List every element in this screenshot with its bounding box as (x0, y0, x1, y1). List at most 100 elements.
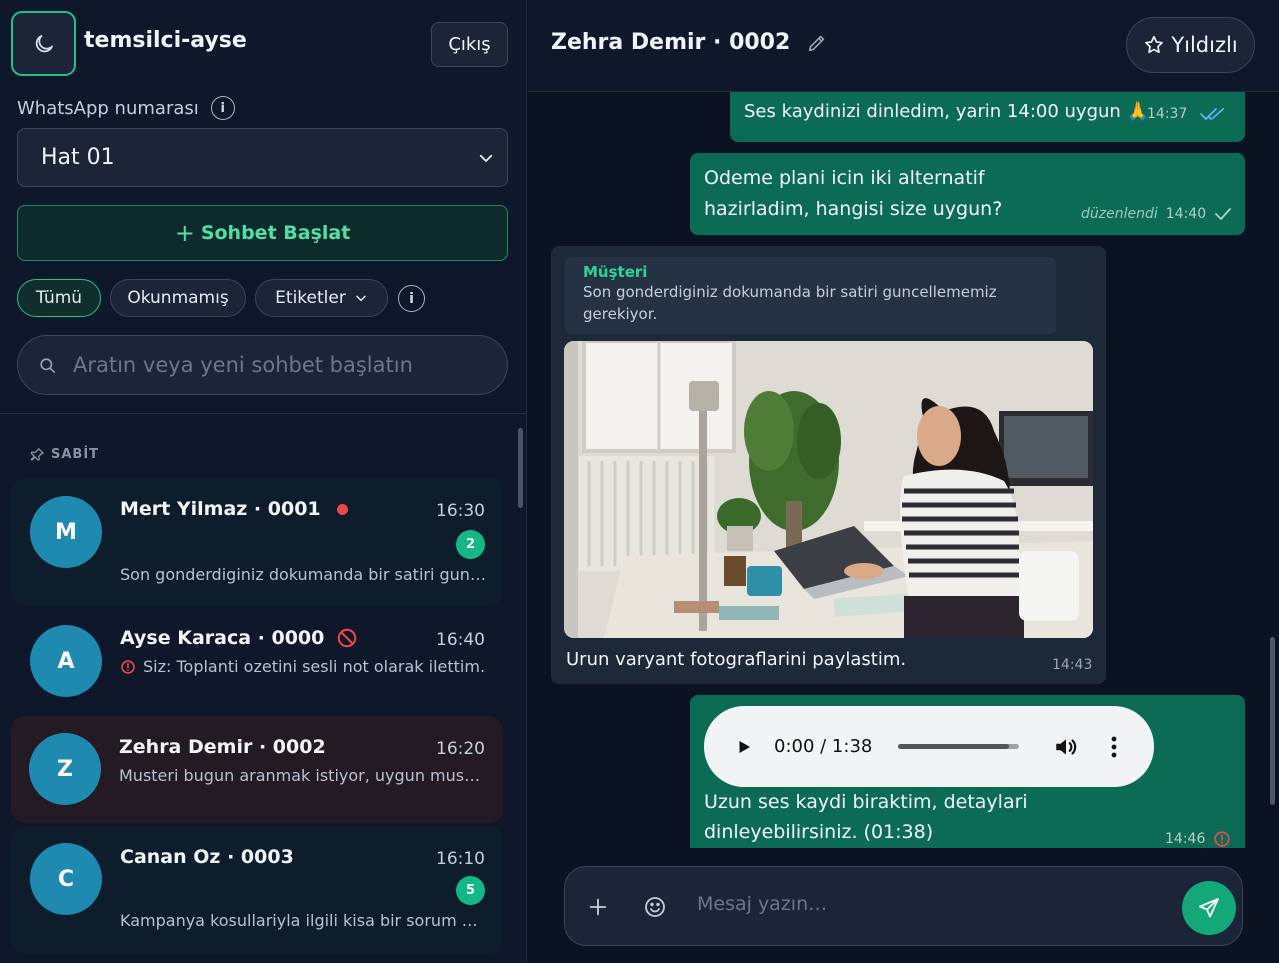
edit-pencil-icon[interactable] (806, 32, 828, 54)
pinned-label-text: SABİT (51, 447, 100, 462)
message-input[interactable] (697, 893, 1157, 915)
chat-time: 16:30 (436, 501, 485, 521)
chat-preview: Siz: Toplanti ozetini sesli not olarak i… (143, 657, 486, 676)
incoming-message[interactable]: Müşteri Son gonderdiginiz dokumanda bir … (551, 246, 1106, 684)
chat-name: Zehra Demir · 0002 (119, 736, 326, 758)
chat-list-panel: temsilci-ayse Çıkış WhatsApp numarası i … (0, 0, 527, 963)
plus-icon: + (174, 219, 195, 247)
message-image[interactable] (564, 341, 1093, 638)
chat-preview: Son gonderdiginiz dokumanda bir satiri g… (120, 565, 486, 584)
search-icon (40, 357, 56, 373)
outgoing-message[interactable]: Odeme plani icin iki alternatif hazirlad… (690, 153, 1245, 235)
audio-progress-slider[interactable] (898, 744, 1019, 749)
chat-preview: Kampanya kosullariyla ilgili kisa bir so… (120, 911, 486, 930)
send-button[interactable] (1182, 881, 1236, 935)
error-icon (121, 659, 135, 674)
image-caption: Urun varyant fotograflarini paylastim. (566, 649, 907, 670)
chat-name: Ayse Karaca · 0000 (120, 627, 325, 649)
message-text-line: Uzun ses kaydi biraktim, detaylari (704, 791, 1028, 813)
whatsapp-number-label: WhatsApp numarası i (17, 96, 235, 120)
moon-icon (35, 34, 53, 52)
avatar: A (30, 625, 102, 697)
message-text-line: Odeme plani icin iki alternatif (704, 167, 985, 189)
conversation-header: Zehra Demir · 0002 Yıldızlı (528, 0, 1279, 92)
emoji-icon[interactable] (643, 895, 667, 919)
chat-name: Mert Yilmaz · 0001 (120, 498, 321, 520)
logout-button[interactable]: Çıkış (431, 22, 508, 67)
search-input[interactable] (73, 353, 493, 377)
blocked-icon (338, 628, 357, 648)
filter-all[interactable]: Tümü (17, 279, 101, 317)
info-icon[interactable]: i (210, 96, 235, 120)
message-list-scrollbar[interactable] (1270, 637, 1275, 805)
selected-line-value: Hat 01 (41, 145, 115, 170)
chat-time: 16:40 (436, 630, 485, 650)
message-list: Ses kaydinizi dinledim, yarin 14:00 uygu… (528, 92, 1279, 848)
unread-badge: 2 (456, 530, 485, 559)
status-dot (336, 503, 348, 515)
more-vertical-icon[interactable] (1110, 735, 1118, 759)
avatar: M (30, 496, 102, 568)
whatsapp-line-select[interactable]: Hat 01 (17, 128, 508, 187)
message-time: 14:40 (1165, 206, 1207, 222)
pin-icon (30, 448, 44, 461)
office-photo-image (564, 341, 1093, 638)
theme-toggle-button[interactable] (11, 11, 76, 76)
chat-search[interactable] (17, 335, 508, 395)
audio-player[interactable]: 0:00 / 1:38 (704, 706, 1154, 787)
chat-name: Canan Oz · 0003 (120, 846, 294, 868)
message-composer (564, 866, 1243, 946)
play-icon[interactable] (735, 738, 753, 756)
plus-icon[interactable] (587, 896, 609, 918)
filter-unread[interactable]: Okunmamış (110, 279, 246, 317)
message-meta: 14:37 (1147, 106, 1233, 122)
chat-time: 16:20 (436, 739, 485, 759)
message-time: 14:43 (1052, 657, 1093, 673)
pinned-section-label: SABİT (30, 447, 99, 462)
message-text-line: hazirladim, hangisi size uygun? (704, 198, 1003, 220)
message-time: 14:46 (1165, 831, 1206, 847)
error-icon (1214, 831, 1230, 847)
outgoing-message[interactable]: 0:00 / 1:38 Uzun ses kaydi biraktim, det… (690, 695, 1245, 848)
message-meta: düzenlendi 14:40 (1081, 206, 1232, 222)
starred-label: Yıldızlı (1171, 33, 1238, 57)
quote-text-line: Son gonderdiginiz dokumanda bir satiri g… (583, 283, 997, 301)
send-icon (1199, 898, 1219, 918)
quoted-message[interactable]: Müşteri Son gonderdiginiz dokumanda bir … (565, 257, 1056, 334)
start-chat-label: Sohbet Başlat (200, 222, 351, 244)
message-meta: 14:46 (1165, 830, 1231, 848)
star-icon (1145, 35, 1164, 54)
avatar: Z (29, 733, 101, 805)
chat-list-item[interactable]: M Mert Yilmaz · 0001 16:30 2 Son gonderd… (11, 478, 503, 606)
conversation-title-row: Zehra Demir · 0002 (551, 30, 828, 55)
chat-list-item[interactable]: C Canan Oz · 0003 16:10 5 Kampanya kosul… (11, 826, 503, 954)
double-check-icon (1200, 108, 1225, 120)
start-chat-button[interactable]: + Sohbet Başlat (17, 205, 508, 261)
edited-label: düzenlendi (1081, 206, 1158, 222)
chat-preview: Musteri bugun aranmak istiyor, uygun mus… (119, 766, 485, 785)
conversation-title: Zehra Demir · 0002 (551, 30, 791, 55)
chat-list-item-selected[interactable]: Z Zehra Demir · 0002 16:20 Musteri bugun… (11, 716, 503, 823)
divider (0, 413, 527, 414)
audio-time: 0:00 / 1:38 (774, 736, 873, 757)
filter-info-icon[interactable]: i (398, 285, 425, 312)
message-text-line: dinleyebilirsiniz. (01:38) (704, 821, 934, 843)
agent-username: temsilci-ayse (84, 28, 247, 53)
chat-name-row: Ayse Karaca · 0000 (120, 627, 358, 649)
volume-icon[interactable] (1053, 734, 1079, 760)
check-icon (1215, 208, 1232, 220)
starred-button[interactable]: Yıldızlı (1126, 17, 1255, 73)
chat-time: 16:10 (436, 849, 485, 869)
whatsapp-number-label-text: WhatsApp numarası (17, 97, 199, 119)
message-text: Ses kaydinizi dinledim, yarin 14:00 uygu… (744, 101, 1149, 122)
chevron-down-icon (479, 154, 493, 162)
filter-labels[interactable]: Etiketler (255, 279, 388, 317)
chat-list-scrollbar[interactable] (518, 428, 523, 508)
outgoing-message[interactable]: Ses kaydinizi dinledim, yarin 14:00 uygu… (730, 92, 1245, 142)
quote-author: Müşteri (583, 263, 648, 281)
filter-labels-text: Etiketler (275, 288, 346, 308)
chat-name-row: Mert Yilmaz · 0001 (120, 498, 348, 520)
avatar: C (30, 843, 102, 915)
message-time: 14:37 (1147, 106, 1188, 122)
chat-preview-row: Siz: Toplanti ozetini sesli not olarak i… (120, 657, 486, 676)
